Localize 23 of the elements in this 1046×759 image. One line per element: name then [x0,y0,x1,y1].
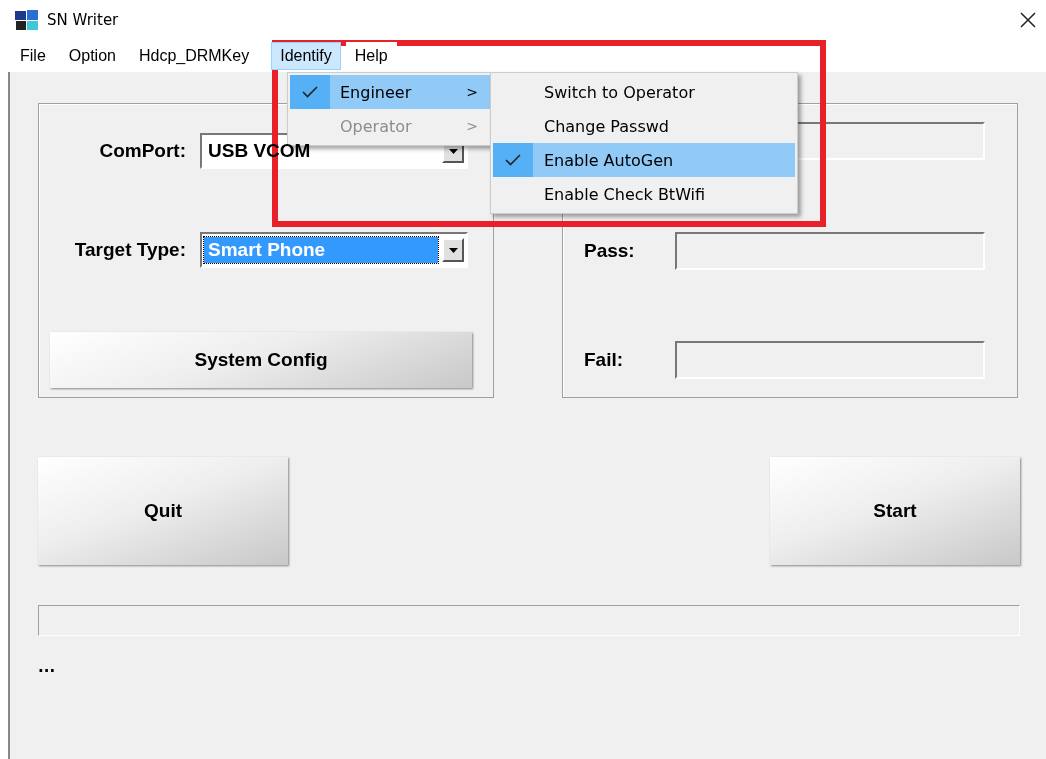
system-config-button[interactable]: System Config [50,332,472,388]
field-label: Fail: [584,349,624,370]
caret-icon [448,247,458,253]
field-label: Target Type: [73,239,187,261]
menu-item[interactable]: Identify [271,42,341,70]
action-button[interactable]: Start [770,457,1020,565]
menu-option[interactable]: Switch to Operator [493,75,795,109]
text-field[interactable] [675,232,985,270]
check-icon [302,86,318,98]
field-label: Pass: [584,240,635,261]
menu-option[interactable]: Enable Check BtWifi [493,177,795,211]
menu-option[interactable]: Change Passwd [493,109,795,143]
check-icon [505,154,521,166]
app-icon [14,9,40,31]
window-title: SN Writer [47,11,119,29]
text-field[interactable] [675,341,985,379]
menu-option[interactable]: Enable AutoGen [493,143,795,177]
caret-icon [448,148,458,154]
field-label: ComPort: [98,140,187,162]
close-icon[interactable] [1020,12,1036,28]
menu-option[interactable]: Engineer > [290,75,490,109]
status-text: ... [38,658,56,676]
action-button[interactable]: Quit [38,457,288,565]
